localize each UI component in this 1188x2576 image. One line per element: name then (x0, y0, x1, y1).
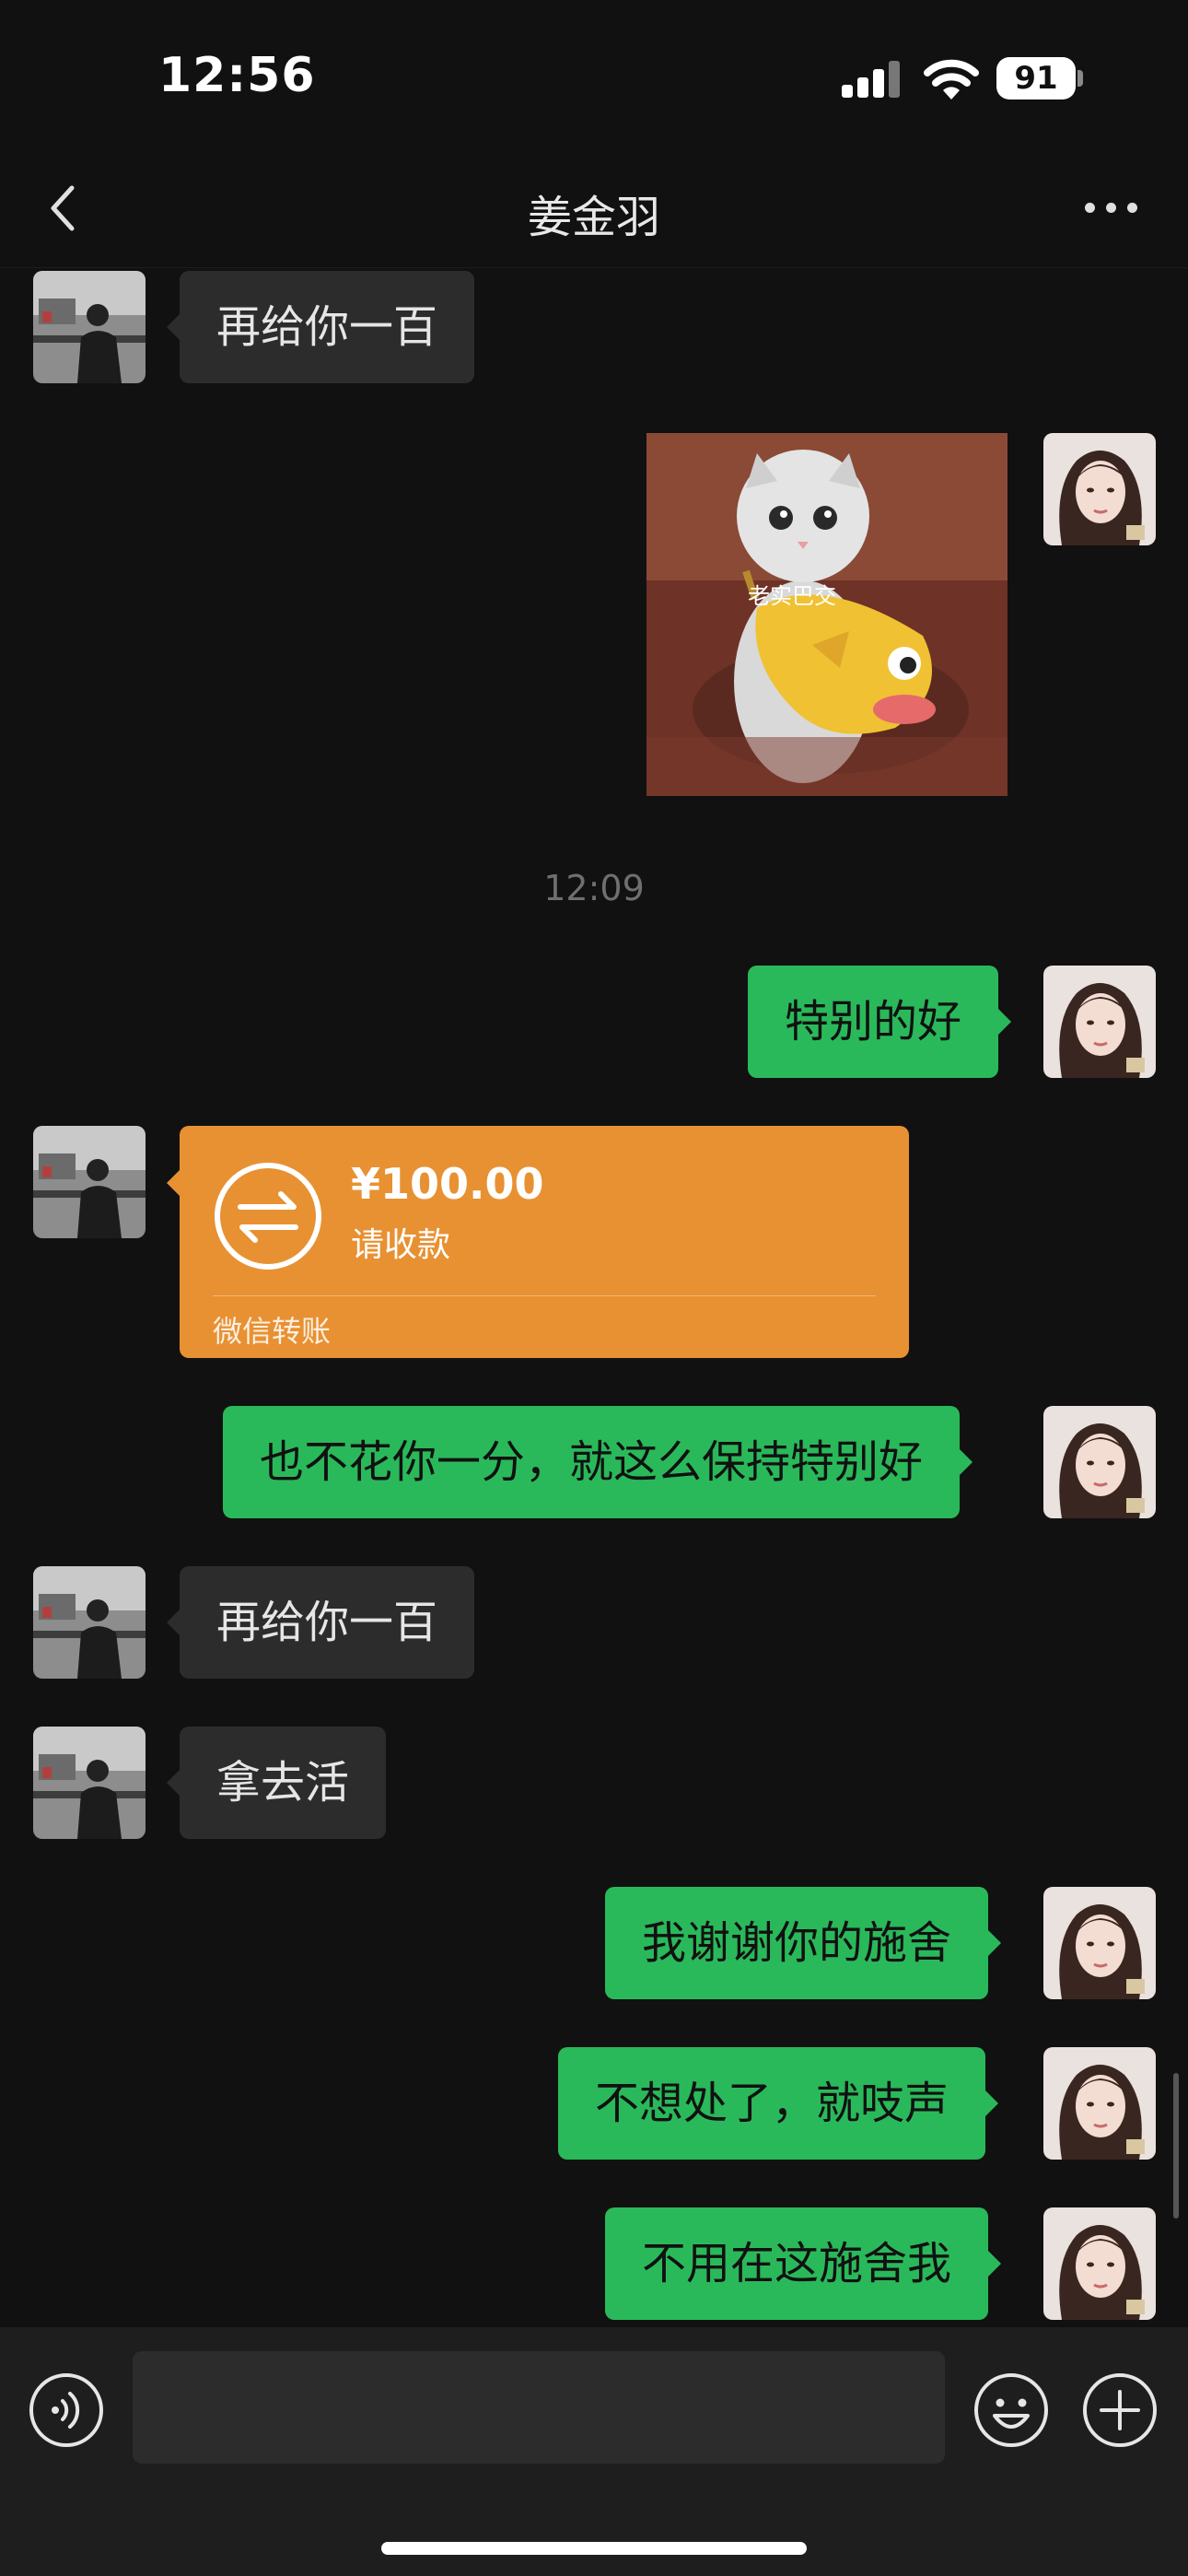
transfer-status: 请收款 (351, 1226, 451, 1264)
message-text: 不用在这施舍我 (642, 2238, 952, 2289)
message-text: 不想处了，就吱声 (595, 2078, 949, 2129)
message-text: 也不花你一分，就这么保持特别好 (260, 1436, 924, 1488)
battery-level: 91 (996, 57, 1076, 100)
transfer-amount: ¥100.00 (351, 1159, 544, 1209)
transfer-footer: 微信转账 (213, 1314, 332, 1349)
incoming-message[interactable]: 拿去活 (166, 1727, 387, 1839)
more-icon[interactable] (1079, 192, 1144, 225)
message-text: 我谢谢你的施舍 (642, 1917, 952, 1969)
status-bar: 12:56 91 (0, 0, 1188, 147)
voice-icon[interactable] (28, 2371, 105, 2449)
message-text: 再给你一百 (216, 301, 438, 353)
outgoing-message[interactable]: 不用在这施舍我 (605, 2207, 1002, 2320)
message-text: 再给你一百 (216, 1597, 438, 1648)
incoming-message[interactable]: 再给你一百 (166, 271, 475, 383)
input-bar (0, 2327, 1188, 2576)
battery-cap (1077, 70, 1083, 87)
home-indicator[interactable] (381, 2542, 807, 2555)
cellular-signal-icon (842, 61, 900, 98)
my-avatar[interactable] (1043, 433, 1156, 545)
wifi-icon (924, 59, 979, 100)
my-avatar[interactable] (1043, 966, 1156, 1078)
chat-screen: 12:56 91 姜金羽 再给你一百 老实巴交 12:09 特别的好 ¥100.… (0, 0, 1188, 2576)
transfer-card[interactable]: ¥100.00 请收款 微信转账 (167, 1126, 909, 1358)
message-text: 拿去活 (216, 1757, 350, 1809)
contact-avatar[interactable] (33, 1566, 146, 1679)
message-list[interactable]: 再给你一百 老实巴交 12:09 特别的好 ¥100.00 请收款 微信转账 也… (0, 267, 1188, 2327)
status-time: 12:56 (158, 48, 316, 103)
incoming-message[interactable]: 再给你一百 (166, 1566, 475, 1679)
contact-avatar[interactable] (33, 1126, 146, 1238)
outgoing-message[interactable]: 我谢谢你的施舍 (605, 1887, 1002, 1999)
outgoing-message[interactable]: 也不花你一分，就这么保持特别好 (223, 1406, 973, 1518)
my-avatar[interactable] (1043, 1406, 1156, 1518)
my-avatar[interactable] (1043, 2047, 1156, 2160)
chat-title: 姜金羽 (527, 192, 660, 243)
chat-scrollbar[interactable] (1173, 2073, 1179, 2219)
divider (213, 1295, 876, 1296)
message-text: 特别的好 (785, 996, 962, 1048)
message-timestamp: 12:09 (543, 868, 645, 908)
contact-avatar[interactable] (33, 1727, 146, 1839)
message-input[interactable] (133, 2351, 945, 2464)
outgoing-message[interactable]: 不想处了，就吱声 (558, 2047, 999, 2160)
chat-header: 姜金羽 (0, 147, 1188, 268)
my-avatar[interactable] (1043, 2207, 1156, 2320)
transfer-icon (215, 1163, 321, 1270)
outgoing-message[interactable]: 特别的好 (748, 966, 1012, 1078)
contact-avatar[interactable] (33, 271, 146, 383)
sticker-caption: 老实巴交 (748, 583, 836, 609)
plus-icon[interactable] (1081, 2371, 1159, 2449)
my-avatar[interactable] (1043, 1887, 1156, 1999)
sticker-image[interactable]: 老实巴交 (646, 433, 1007, 796)
emoji-icon[interactable] (973, 2371, 1050, 2449)
